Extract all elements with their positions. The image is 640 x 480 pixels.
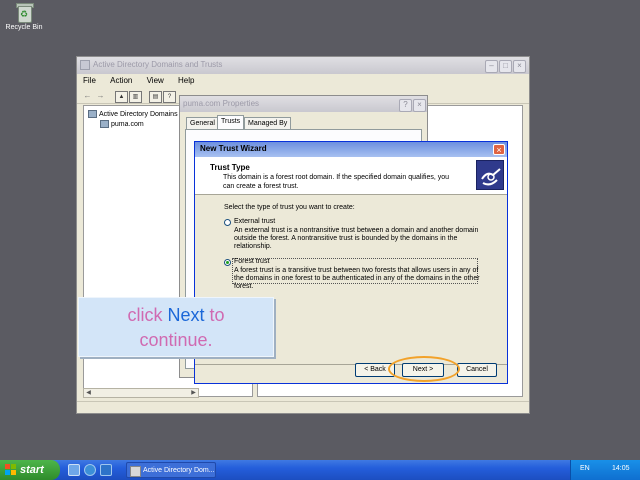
- forest-trust-radio[interactable]: [224, 259, 231, 266]
- menu-view[interactable]: View: [147, 74, 164, 88]
- taskbar-item-icon: [130, 466, 141, 477]
- external-trust-radio[interactable]: [224, 219, 231, 226]
- wizard-titlebar[interactable]: New Trust Wizard: [195, 142, 507, 157]
- status-bar: [77, 401, 529, 413]
- wizard-subheading: This domain is a forest root domain. If …: [223, 174, 450, 190]
- menu-action[interactable]: Action: [110, 74, 132, 88]
- recycle-bin-label: Recycle Bin: [5, 24, 43, 31]
- tree-horizontal-scrollbar[interactable]: ◀ ▶: [83, 388, 199, 398]
- main-window-titlebar[interactable]: Active Directory Domains and Trusts: [77, 57, 529, 74]
- taskbar-clock[interactable]: 14:05: [612, 465, 630, 472]
- cancel-button[interactable]: Cancel: [457, 363, 497, 377]
- domains-trusts-icon: [88, 110, 97, 118]
- callout-highlight: Next: [167, 305, 205, 325]
- internet-explorer-icon[interactable]: [84, 464, 96, 476]
- menu-help[interactable]: Help: [178, 74, 194, 88]
- mmc-app-icon: [80, 60, 90, 70]
- tree-domain-label: puma.com: [111, 120, 144, 128]
- forest-trust-description: A forest trust is a transitive trust bet…: [234, 267, 480, 290]
- windows-logo-icon: [5, 464, 16, 475]
- language-indicator[interactable]: EN: [580, 465, 590, 472]
- tab-trusts[interactable]: Trusts: [217, 115, 245, 130]
- tree-domain-item[interactable]: puma.com: [100, 120, 144, 128]
- external-trust-description: An external trust is a nontransitive tru…: [234, 227, 479, 250]
- forward-arrow-icon[interactable]: →: [95, 91, 106, 101]
- properties-close-icon[interactable]: ×: [413, 99, 426, 112]
- back-arrow-icon[interactable]: ←: [82, 91, 93, 101]
- tree-root-item[interactable]: Active Directory Domains an: [88, 110, 187, 118]
- scroll-left-icon[interactable]: ◀: [84, 389, 93, 397]
- taskbar: [0, 460, 640, 480]
- properties-title: puma.com Properties: [183, 99, 260, 108]
- minimize-icon[interactable]: –: [485, 60, 498, 73]
- taskbar-item-label: Active Directory Dom...: [143, 467, 215, 474]
- next-button-highlight-ring: [388, 356, 460, 382]
- up-folder-icon[interactable]: ▲: [115, 91, 128, 103]
- trust-handshake-icon: [476, 160, 504, 190]
- recycle-bin[interactable]: ♻ Recycle Bin: [4, 2, 44, 31]
- show-desktop-icon[interactable]: [68, 464, 80, 476]
- properties-icon[interactable]: ▤: [149, 91, 162, 103]
- domain-icon: [100, 120, 109, 128]
- wizard-title: New Trust Wizard: [200, 144, 267, 153]
- properties-titlebar[interactable]: puma.com Properties: [180, 96, 427, 112]
- tree-root-label: Active Directory Domains an: [99, 110, 188, 118]
- callout-suffix: to: [204, 305, 225, 325]
- menu-bar: File Action View Help: [77, 74, 529, 88]
- forest-trust-label[interactable]: Forest trust: [234, 258, 269, 265]
- help-icon[interactable]: ?: [163, 91, 176, 103]
- wizard-close-icon[interactable]: ×: [493, 144, 505, 155]
- callout-prefix: click: [127, 305, 168, 325]
- show-tree-icon[interactable]: ▥: [129, 91, 142, 103]
- maximize-icon[interactable]: □: [499, 60, 512, 73]
- recycle-bin-icon: ♻: [15, 2, 34, 23]
- close-icon[interactable]: ×: [513, 60, 526, 73]
- tutorial-callout: click Next to continue.: [78, 297, 274, 357]
- external-trust-label[interactable]: External trust: [234, 218, 275, 225]
- main-window-title: Active Directory Domains and Trusts: [93, 60, 223, 69]
- scroll-right-icon[interactable]: ▶: [189, 389, 198, 397]
- taskbar-item-active-directory[interactable]: Active Directory Dom...: [126, 462, 216, 478]
- help-question-icon[interactable]: ?: [399, 99, 412, 112]
- wizard-heading: Trust Type: [210, 163, 250, 172]
- menu-file[interactable]: File: [83, 74, 96, 88]
- media-player-icon[interactable]: [100, 464, 112, 476]
- trust-type-prompt: Select the type of trust you want to cre…: [224, 204, 355, 211]
- start-label: start: [20, 464, 44, 476]
- callout-line2: continue.: [139, 330, 213, 350]
